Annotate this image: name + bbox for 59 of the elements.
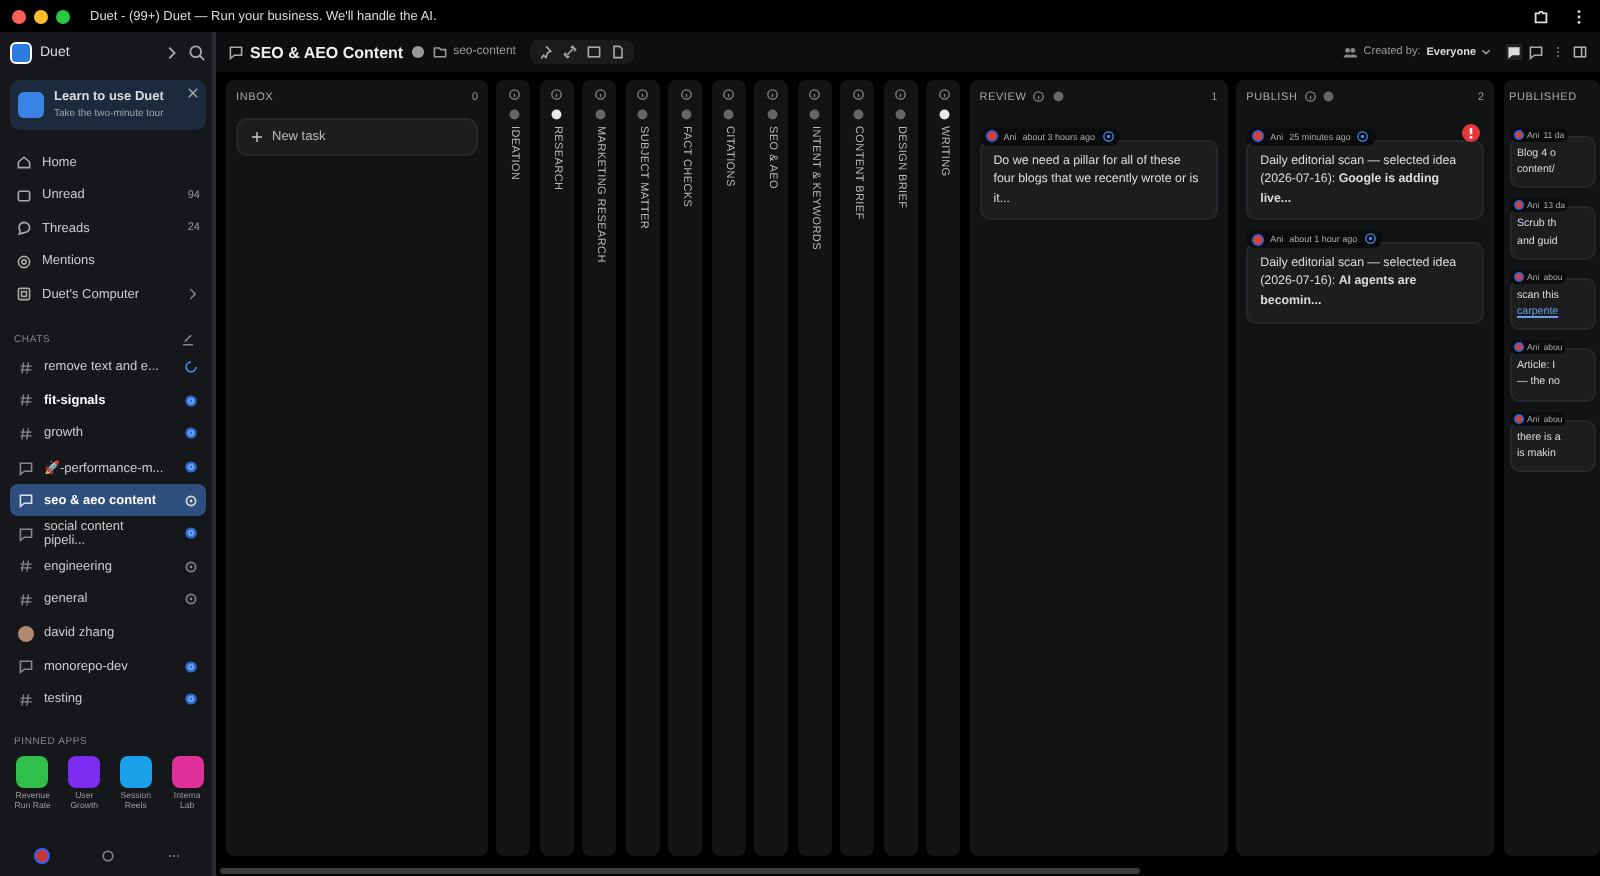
chat-bubble-icon[interactable]	[1506, 44, 1522, 60]
hash-icon	[18, 425, 34, 442]
info-icon	[636, 88, 650, 101]
avatar-icon	[1252, 233, 1265, 246]
app-icon[interactable]	[171, 756, 204, 789]
info-icon	[765, 88, 779, 101]
close-icon[interactable]	[186, 86, 200, 100]
board-icon	[228, 44, 244, 60]
info-icon	[1303, 90, 1317, 104]
app-icon[interactable]	[119, 756, 152, 789]
info-icon	[722, 88, 736, 101]
avatar-icon	[1513, 200, 1523, 211]
workspace-logo-icon	[10, 41, 32, 63]
info-icon	[507, 88, 521, 101]
agent-icon	[1356, 130, 1370, 143]
info-icon	[1032, 90, 1046, 104]
home-icon	[16, 154, 32, 171]
compose-icon[interactable]	[180, 331, 196, 347]
scrollbar[interactable]	[220, 867, 1140, 873]
avatar-icon	[1513, 130, 1523, 140]
info-icon	[808, 88, 822, 101]
close-window-button[interactable]	[12, 9, 26, 23]
hash-icon	[18, 591, 34, 608]
avatar-icon	[18, 625, 34, 642]
plus-icon	[250, 130, 264, 144]
chevron-down-icon	[1480, 45, 1492, 58]
folder-icon	[431, 44, 448, 60]
hash-icon	[18, 392, 34, 409]
board-title: SEO & AEO Content	[250, 43, 404, 61]
search-icon[interactable]	[188, 43, 206, 61]
inbox-icon	[16, 187, 32, 204]
info-icon	[937, 88, 951, 101]
info-icon	[679, 88, 693, 101]
avatar-icon	[1513, 342, 1523, 353]
computer-icon	[16, 286, 32, 303]
agent-icon	[1363, 232, 1377, 246]
avatar-icon	[1252, 130, 1265, 143]
info-icon	[550, 88, 564, 101]
settings-icon[interactable]	[99, 848, 116, 864]
avatar-icon	[1513, 413, 1523, 424]
chat-bubble-icon	[16, 220, 32, 237]
info-icon	[894, 88, 908, 101]
people-icon	[1341, 44, 1358, 60]
avatar-icon	[1513, 271, 1523, 282]
zoom-window-button[interactable]	[56, 9, 70, 23]
agent-icon	[1101, 130, 1115, 143]
hash-icon	[18, 558, 34, 575]
info-icon	[851, 88, 865, 101]
hash-icon	[18, 691, 34, 708]
at-sign-icon	[16, 253, 32, 270]
minimize-window-button[interactable]	[34, 9, 48, 23]
image-icon[interactable]	[585, 44, 602, 60]
document-icon[interactable]	[609, 44, 626, 60]
avatar-icon[interactable]	[34, 848, 51, 864]
app-icon[interactable]	[16, 756, 49, 789]
hash-icon	[18, 359, 34, 376]
info-icon	[593, 88, 607, 101]
sidebar-panel-icon[interactable]	[1572, 44, 1588, 60]
avatar-icon	[985, 130, 998, 143]
